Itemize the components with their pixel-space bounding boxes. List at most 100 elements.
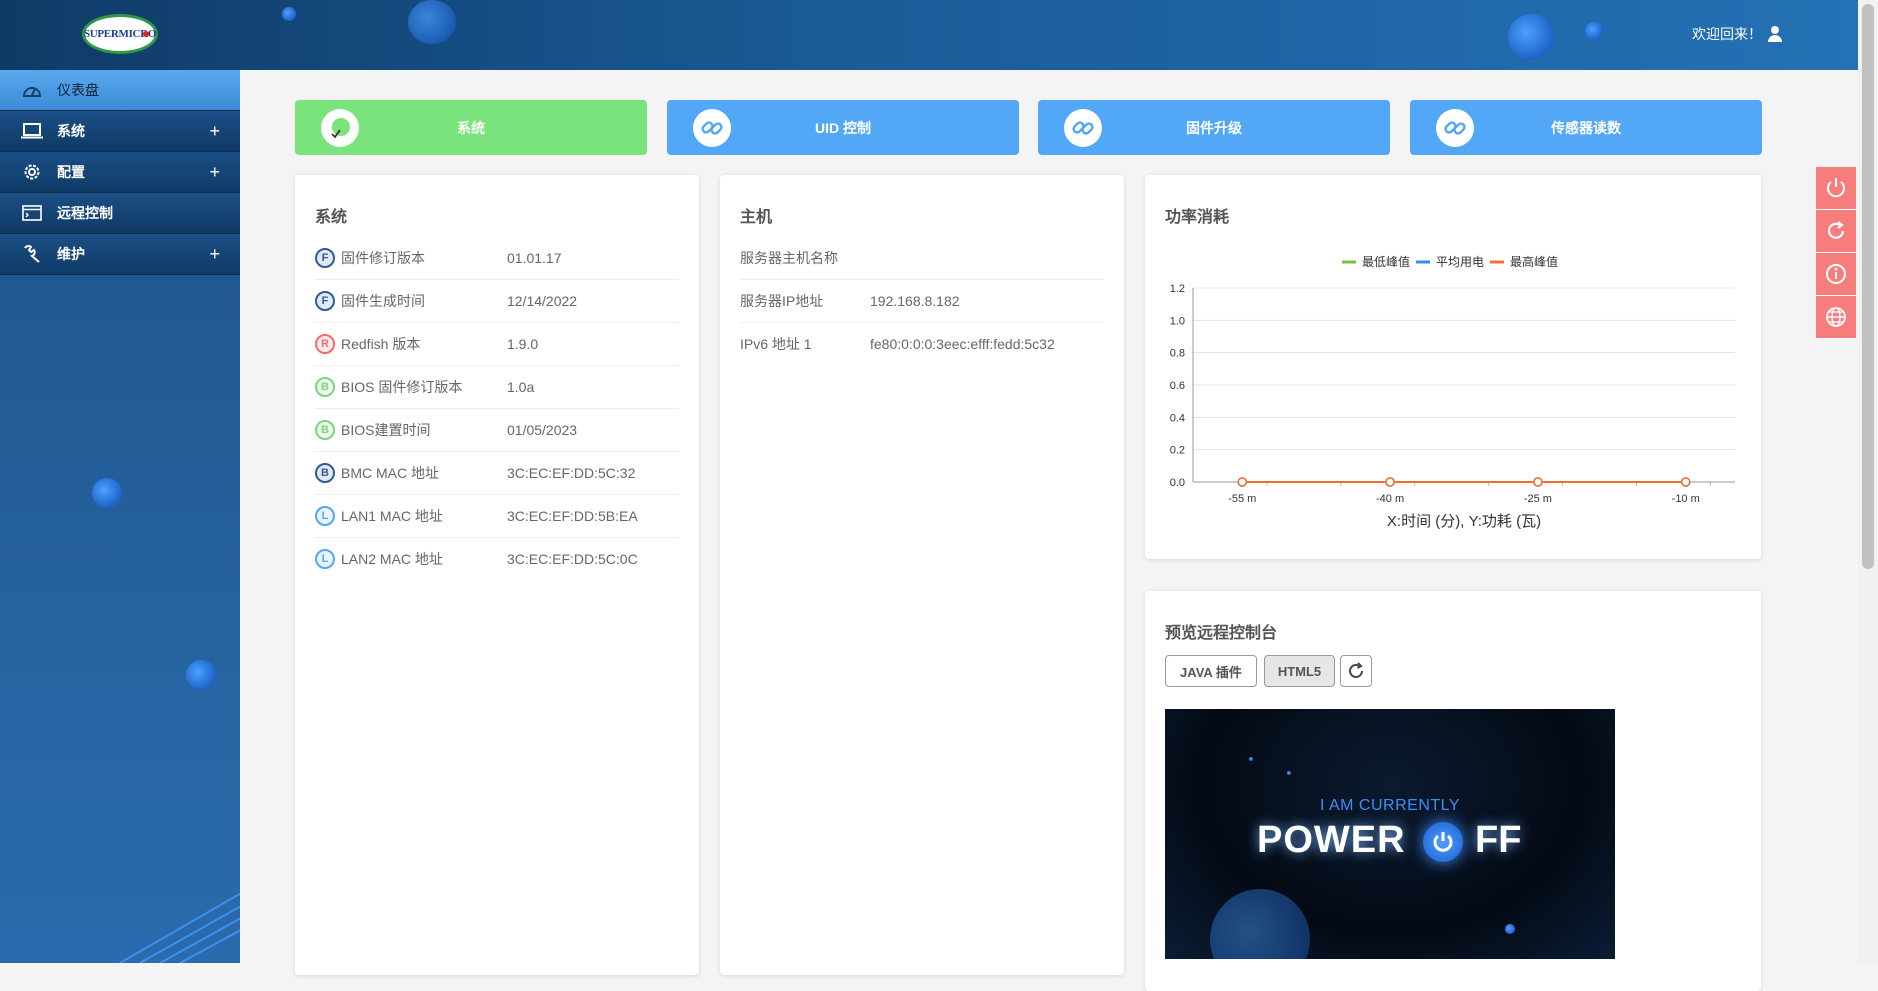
java-plugin-button[interactable]: JAVA 插件 <box>1165 655 1257 687</box>
host-info-card: 主机 服务器主机名称 服务器IP地址 192.168.8.182 IPv6 地址… <box>720 175 1124 975</box>
power-button[interactable] <box>1816 167 1856 210</box>
decor-bubble <box>282 7 296 21</box>
row-label: LAN1 MAC 地址 <box>341 508 443 524</box>
row-badge-icon: F <box>315 248 335 268</box>
link-icon <box>1064 108 1102 147</box>
expand-plus-icon[interactable]: + <box>209 162 220 183</box>
laptop-icon <box>21 120 43 142</box>
sidebar-item-system[interactable]: 系统 + <box>0 111 240 152</box>
row-label: BMC MAC 地址 <box>341 465 439 481</box>
preview-off-text: FF <box>1475 819 1522 861</box>
console-preview-screen[interactable]: I AM CURRENTLY POWER FF <box>1165 709 1615 959</box>
supermicro-logo: SUPERMICRO <box>82 14 158 54</box>
health-check-icon <box>321 108 359 147</box>
gauge-icon <box>21 79 43 101</box>
sidebar-item-label: 配置 <box>57 164 85 180</box>
wrench-icon <box>21 243 43 265</box>
tile-firmware-update[interactable]: 固件升级 <box>1038 100 1390 155</box>
expand-plus-icon[interactable]: + <box>209 244 220 265</box>
row-badge-icon: R <box>315 334 335 354</box>
power-chart: 1.2 1.0 0.8 0.6 0.4 0.2 0.0 -55 m -40 m -25 m -10 … <box>1170 254 1735 530</box>
tile-label: 系统 <box>457 119 485 136</box>
data-point <box>1680 477 1691 487</box>
link-icon <box>1436 108 1474 147</box>
tile-sensor-readings[interactable]: 传感器读数 <box>1410 100 1762 155</box>
row-badge-icon: F <box>315 291 335 311</box>
expand-plus-icon[interactable]: + <box>209 121 220 142</box>
list-item: L LAN2 MAC 地址 3C:EC:EF:DD:5C:0C <box>315 538 679 580</box>
list-item: B BIOS建置时间 01/05/2023 <box>315 409 679 452</box>
row-label: BIOS 固件修订版本 <box>341 379 463 395</box>
refresh-icon <box>1827 221 1845 239</box>
reset-button[interactable] <box>1816 210 1856 253</box>
list-item: IPv6 地址 1 fe80:0:0:0:3eec:efff:fedd:5c32 <box>740 323 1104 365</box>
list-item: L LAN1 MAC 地址 3C:EC:EF:DD:5B:EA <box>315 495 679 538</box>
data-point <box>1237 477 1248 487</box>
link-icon <box>693 108 731 147</box>
sidebar-item-config[interactable]: 配置 + <box>0 152 240 193</box>
tile-uid-control[interactable]: UID 控制 <box>667 100 1019 155</box>
y-tick-label: 1.0 <box>1170 315 1185 327</box>
row-badge-icon: L <box>315 506 335 526</box>
x-tick-label: -55 m <box>1228 493 1256 505</box>
list-item: B BIOS 固件修订版本 1.0a <box>315 366 679 409</box>
tile-system-health[interactable]: 系统 <box>295 100 647 155</box>
sidebar-item-remote-control[interactable]: 远程控制 <box>0 193 240 234</box>
sidebar-item-dashboard[interactable]: 仪表盘 <box>0 70 240 111</box>
list-item: F 固件生成时间 12/14/2022 <box>315 280 679 323</box>
system-info-list: F 固件修订版本 01.01.17 F 固件生成时间 12/14/2022 R Redfish… <box>315 237 679 580</box>
power-icon <box>1827 178 1845 198</box>
globe-icon <box>1826 307 1846 327</box>
tile-label: 传感器读数 <box>1551 119 1621 136</box>
card-title: 系统 <box>315 209 348 226</box>
user-menu[interactable]: 欢迎回来！ <box>1692 24 1782 44</box>
row-label: BIOS建置时间 <box>341 422 431 438</box>
info-icon <box>1826 264 1846 284</box>
x-axis-label: X:时间 (分), Y:功耗 (瓦) <box>1387 513 1541 530</box>
row-value: fe80:0:0:0:3eec:efff:fedd:5c32 <box>870 336 1055 352</box>
language-button[interactable] <box>1816 296 1856 339</box>
sidebar-item-label: 仪表盘 <box>57 82 99 98</box>
row-badge-icon: B <box>315 377 335 397</box>
page-scrollbar[interactable] <box>1858 0 1878 963</box>
decor-bubble <box>1249 757 1253 761</box>
decor-bubble <box>1210 889 1310 959</box>
decor-bubble <box>92 478 122 508</box>
welcome-text: 欢迎回来！ <box>1692 26 1762 42</box>
scrollbar-thumb[interactable] <box>1862 4 1874 569</box>
sidebar-item-label: 系统 <box>57 123 85 139</box>
decor-bubble <box>186 660 216 690</box>
gear-icon <box>21 161 43 183</box>
preview-power-text: POWER <box>1257 819 1406 861</box>
data-point <box>1385 477 1395 487</box>
y-tick-label: 0.4 <box>1170 412 1185 424</box>
sidebar-item-label: 维护 <box>57 246 85 262</box>
row-label: LAN2 MAC 地址 <box>341 551 443 567</box>
legend-label: 平均用电 <box>1436 255 1484 269</box>
row-label: 服务器IP地址 <box>740 293 824 309</box>
row-label: 服务器主机名称 <box>740 250 838 266</box>
decor-stripes <box>119 893 240 963</box>
row-badge-icon: B <box>315 463 335 483</box>
x-tick-label: -40 m <box>1376 493 1404 505</box>
row-value: 12/14/2022 <box>507 293 578 309</box>
row-value: 01.01.17 <box>507 250 562 266</box>
html5-button[interactable]: HTML5 <box>1264 655 1335 687</box>
sidebar-item-maintenance[interactable]: 维护 + <box>0 234 240 275</box>
row-value: 3C:EC:EF:DD:5C:0C <box>507 551 638 567</box>
row-value: 3C:EC:EF:DD:5C:32 <box>507 465 636 481</box>
preview-subtitle: I AM CURRENTLY <box>1319 797 1461 814</box>
x-tick-label: -10 m <box>1672 493 1700 505</box>
row-label: 固件修订版本 <box>341 250 425 266</box>
decor-bubble <box>1508 14 1554 60</box>
list-item: R Redfish 版本 1.9.0 <box>315 323 679 366</box>
info-button[interactable] <box>1816 253 1856 296</box>
host-info-list: 服务器主机名称 服务器IP地址 192.168.8.182 IPv6 地址 1 … <box>740 237 1104 365</box>
refresh-preview-button[interactable] <box>1340 655 1372 687</box>
power-icon <box>1423 822 1463 862</box>
y-tick-label: 0.2 <box>1170 445 1185 457</box>
row-value: 01/05/2023 <box>507 422 578 438</box>
list-item: F 固件修订版本 01.01.17 <box>315 237 679 280</box>
y-tick-label: 0.8 <box>1170 348 1185 360</box>
row-value: 192.168.8.182 <box>870 293 960 309</box>
